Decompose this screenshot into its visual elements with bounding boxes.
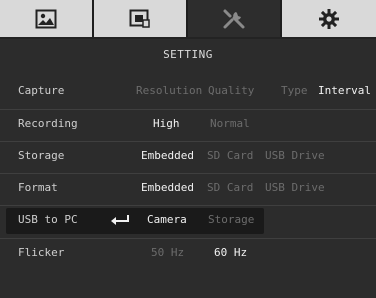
row-storage[interactable]: Storage Embedded SD Card USB Drive	[0, 141, 376, 169]
tab-divider	[0, 37, 376, 39]
option-high[interactable]: High	[153, 110, 180, 138]
option-normal[interactable]: Normal	[210, 110, 250, 138]
option-sd-card[interactable]: SD Card	[207, 142, 253, 170]
option-60hz[interactable]: 60 Hz	[214, 239, 247, 267]
page-title: SETTING	[163, 48, 213, 61]
option-embedded[interactable]: Embedded	[141, 174, 194, 202]
option-storage[interactable]: Storage	[208, 206, 254, 234]
tab-tools[interactable]	[188, 0, 282, 37]
row-recording[interactable]: Recording High Normal	[0, 109, 376, 137]
gear-icon	[319, 8, 339, 29]
image-icon	[35, 9, 57, 28]
option-sd-card[interactable]: SD Card	[207, 174, 253, 202]
row-flicker[interactable]: Flicker 50 Hz 60 Hz	[0, 238, 376, 266]
tab-bar	[0, 0, 376, 37]
enter-icon	[111, 215, 129, 225]
video-file-icon	[129, 9, 150, 28]
settings-screen: SETTING Capture Resolution Quality Type …	[0, 0, 376, 298]
tools-icon	[223, 9, 245, 28]
row-label-recording: Recording	[18, 117, 78, 130]
option-camera[interactable]: Camera	[147, 206, 187, 234]
option-usb-drive[interactable]: USB Drive	[265, 174, 325, 202]
row-label-usb-to-pc: USB to PC	[18, 213, 78, 226]
row-label-flicker: Flicker	[18, 246, 65, 259]
option-resolution[interactable]: Resolution	[136, 77, 202, 105]
option-interval[interactable]: Interval	[318, 77, 371, 105]
option-usb-drive[interactable]: USB Drive	[265, 142, 325, 170]
row-label-storage: Storage	[18, 149, 65, 162]
tab-video[interactable]	[94, 0, 188, 37]
option-quality[interactable]: Quality	[208, 77, 254, 105]
tab-image[interactable]	[0, 0, 94, 37]
option-embedded[interactable]: Embedded	[141, 142, 194, 170]
row-label-format: Format	[18, 181, 58, 194]
tab-settings[interactable]	[282, 0, 376, 37]
option-type[interactable]: Type	[281, 77, 308, 105]
option-50hz[interactable]: 50 Hz	[151, 239, 184, 267]
row-format[interactable]: Format Embedded SD Card USB Drive	[0, 173, 376, 201]
row-usb-to-pc[interactable]: USB to PC Camera Storage	[0, 205, 376, 234]
row-label-capture: Capture	[18, 84, 65, 97]
row-capture[interactable]: Capture Resolution Quality Type Interval	[0, 77, 376, 105]
